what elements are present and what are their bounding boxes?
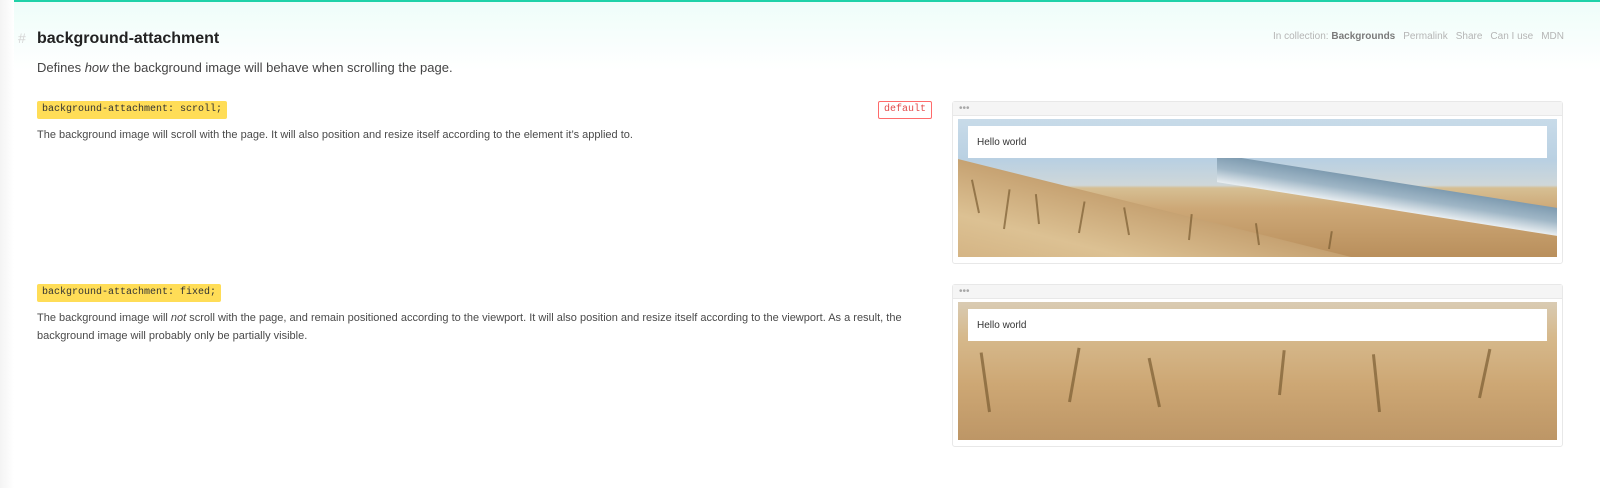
property-description: Defines how the background image will be… [37, 60, 453, 75]
example-fixed-canvas[interactable]: Hello world [958, 302, 1557, 440]
mdn-link[interactable]: MDN [1541, 31, 1564, 42]
grass-blade [1278, 350, 1286, 396]
default-badge: default [878, 101, 933, 119]
grass-blade [1478, 348, 1492, 399]
hello-world-box: Hello world [968, 309, 1547, 341]
explanation-emphasis: not [170, 312, 187, 324]
grass-blade [1147, 357, 1161, 408]
left-shadow [0, 0, 14, 488]
description-emphasis: how [84, 60, 109, 75]
grass-blade [1328, 231, 1333, 250]
dots-icon: ••• [959, 102, 970, 114]
example-scroll: ••• Hello world [952, 101, 1563, 264]
dots-icon: ••• [959, 285, 970, 297]
code-scroll: background-attachment: scroll; [37, 101, 228, 119]
grass-blade [979, 352, 991, 413]
explanation-scroll: The background image will scroll with th… [37, 129, 633, 141]
share-link[interactable]: Share [1456, 31, 1483, 42]
example-scroll-canvas[interactable]: Hello world [958, 119, 1557, 257]
grass-blade [1068, 347, 1081, 403]
permalink-link[interactable]: Permalink [1403, 31, 1447, 42]
property-title: background-attachment [37, 30, 220, 47]
property-meta-links: In collection: Backgrounds Permalink Sha… [1273, 31, 1564, 42]
code-fixed: background-attachment: fixed; [37, 284, 222, 302]
collection-link[interactable]: Backgrounds [1331, 31, 1395, 42]
example-toolbar: ••• [953, 102, 1562, 116]
explanation-fixed: The background image will not scroll wit… [37, 312, 902, 342]
collection-info: In collection: Backgrounds [1272, 31, 1396, 42]
hello-world-box: Hello world [968, 126, 1547, 158]
anchor-hash-link[interactable]: # [18, 30, 26, 46]
caniuse-link[interactable]: Can I use [1490, 31, 1533, 42]
sea-image [1217, 154, 1557, 236]
grass-blade [1371, 354, 1381, 413]
example-fixed: ••• Hello world [952, 284, 1563, 447]
example-toolbar: ••• [953, 285, 1562, 299]
